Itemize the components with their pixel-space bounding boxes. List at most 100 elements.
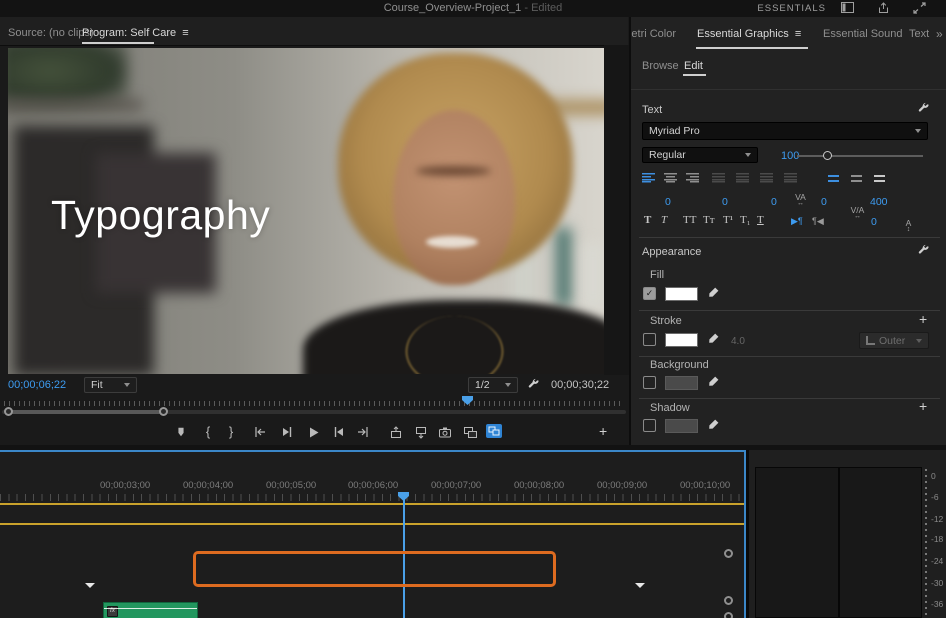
tab-lumetri-color[interactable]: Lumetri Color <box>631 28 683 40</box>
tab-text[interactable]: Text <box>909 28 929 40</box>
current-timecode[interactable]: 00;00;06;22 <box>8 379 66 391</box>
monitor-scrollbar-handle-right[interactable] <box>159 407 168 416</box>
bold-button[interactable]: T <box>644 214 651 226</box>
fill-eyedropper-icon[interactable] <box>707 286 720 302</box>
align-left-button[interactable] <box>642 173 655 183</box>
more-tabs-chevron[interactable]: » <box>936 27 943 41</box>
background-color-swatch[interactable] <box>665 376 698 390</box>
align-center-button[interactable] <box>664 173 677 183</box>
panel-menu-icon[interactable]: ≡ <box>182 27 188 39</box>
tab-essential-sound[interactable]: Essential Sound <box>823 28 903 40</box>
play-button[interactable] <box>304 424 322 440</box>
font-style-dropdown[interactable]: Regular <box>642 147 758 163</box>
rtl-text-button[interactable]: ¶◀ <box>812 216 824 227</box>
mark-in-button[interactable]: { <box>199 423 217 439</box>
audio-volume-line[interactable] <box>104 608 197 609</box>
go-to-in-button[interactable] <box>251 424 269 440</box>
tab-essential-graphics[interactable]: Essential Graphics ≡ <box>697 28 801 40</box>
tracking-value[interactable]: 0 <box>665 196 671 208</box>
kerning-value[interactable]: 0 <box>722 196 728 208</box>
track-scroll-handle[interactable] <box>724 612 733 618</box>
background-eyedropper-icon[interactable] <box>707 375 720 391</box>
add-shadow-button[interactable]: + <box>919 400 927 412</box>
background-checkbox[interactable] <box>643 376 656 389</box>
add-stroke-button[interactable]: + <box>919 313 927 325</box>
add-marker-button[interactable] <box>172 424 190 440</box>
font-size-slider-track[interactable] <box>797 155 923 157</box>
appearance-settings-wrench-icon[interactable] <box>917 244 930 260</box>
audio-clip[interactable]: fx <box>103 602 198 618</box>
workspace-label[interactable]: ESSENTIALS <box>757 3 826 14</box>
source-monitor-tab[interactable]: Source: (no clips) <box>8 27 94 39</box>
fill-color-swatch[interactable] <box>665 287 698 301</box>
multi-view-toggle-active[interactable] <box>486 424 502 438</box>
align-bottom-button[interactable] <box>873 173 886 183</box>
playback-resolution-dropdown[interactable]: 1/2 <box>468 377 518 393</box>
stroke-color-swatch[interactable] <box>665 333 698 347</box>
stroke-style-dropdown[interactable]: Outer <box>859 332 929 349</box>
share-icon[interactable] <box>877 2 890 13</box>
program-monitor-video[interactable]: Typography <box>8 48 604 374</box>
subtab-edit[interactable]: Edit <box>684 60 703 72</box>
monitor-right-gutter <box>604 45 629 375</box>
underline-button[interactable]: T <box>757 214 764 226</box>
baseline-shift-value[interactable]: 0 <box>821 196 827 208</box>
leading-value[interactable]: 0 <box>771 196 777 208</box>
justify-all-button[interactable] <box>784 173 797 183</box>
stroke-checkbox[interactable] <box>643 333 656 346</box>
background-bottle-light <box>583 243 603 308</box>
text-settings-wrench-icon[interactable] <box>917 102 930 118</box>
workspace-panel-icon[interactable] <box>841 2 854 13</box>
shadow-checkbox[interactable] <box>643 419 656 432</box>
all-caps-button[interactable]: TT <box>683 214 696 226</box>
ruler-label: 00;00;05;00 <box>266 480 316 491</box>
program-monitor-tab[interactable]: Program: Self Care ≡ <box>82 27 189 39</box>
italic-button[interactable]: T <box>661 214 667 226</box>
stroke-label: Stroke <box>650 315 682 327</box>
extract-button[interactable] <box>412 424 430 440</box>
monitor-scrollbar-range[interactable] <box>8 410 165 414</box>
align-right-button[interactable] <box>686 173 699 183</box>
monitor-scrollbar-handle-left[interactable] <box>4 407 13 416</box>
small-caps-button[interactable]: Tт <box>703 214 715 226</box>
background-shelf-left <box>8 100 142 110</box>
justify-last-left-button[interactable] <box>712 173 725 183</box>
tracking-icon: VA↔ <box>642 193 946 206</box>
ruler-label: 00;00;04;00 <box>183 480 233 491</box>
timeline-ruler-ticks[interactable] <box>0 494 744 501</box>
track-scroll-handle[interactable] <box>724 549 733 558</box>
ruler-label: 00;00;10;00 <box>680 480 730 491</box>
tsume-value[interactable]: 0 <box>871 216 877 228</box>
font-size-slider-knob[interactable] <box>823 151 832 160</box>
subscript-button[interactable]: T₁ <box>740 214 751 226</box>
fill-checkbox[interactable]: ✓ <box>643 287 656 300</box>
font-family-dropdown[interactable]: Myriad Pro <box>642 122 928 140</box>
button-editor-add-button[interactable]: + <box>599 425 607 437</box>
monitor-settings-wrench-icon[interactable] <box>527 378 540 394</box>
zoom-level-dropdown[interactable]: Fit <box>84 377 137 393</box>
tab-width-value[interactable]: 400 <box>870 196 888 208</box>
superscript-button[interactable]: T¹ <box>723 214 733 226</box>
align-top-button[interactable] <box>827 173 840 183</box>
stroke-eyedropper-icon[interactable] <box>707 332 720 348</box>
shadow-color-swatch[interactable] <box>665 419 698 433</box>
track-scroll-handle[interactable] <box>724 596 733 605</box>
subtab-browse[interactable]: Browse <box>642 60 679 72</box>
background-bottle-teal <box>556 228 571 306</box>
fullscreen-icon[interactable] <box>913 2 926 13</box>
lift-button[interactable] <box>387 424 405 440</box>
panel-menu-icon[interactable]: ≡ <box>795 28 801 40</box>
stroke-width-value[interactable]: 4.0 <box>731 336 745 347</box>
align-middle-button[interactable] <box>850 173 863 183</box>
justify-last-center-button[interactable] <box>736 173 749 183</box>
monitor-mini-ruler[interactable] <box>4 396 624 406</box>
step-back-button[interactable] <box>278 424 296 440</box>
export-frame-camera-icon[interactable] <box>436 424 454 440</box>
shadow-eyedropper-icon[interactable] <box>707 418 720 434</box>
mark-out-button[interactable]: } <box>222 423 240 439</box>
comparison-view-button[interactable] <box>461 424 479 440</box>
ltr-text-button[interactable]: ▶¶ <box>791 216 803 227</box>
justify-last-right-button[interactable] <box>760 173 773 183</box>
go-to-out-button[interactable] <box>354 424 372 440</box>
step-forward-button[interactable] <box>330 424 348 440</box>
